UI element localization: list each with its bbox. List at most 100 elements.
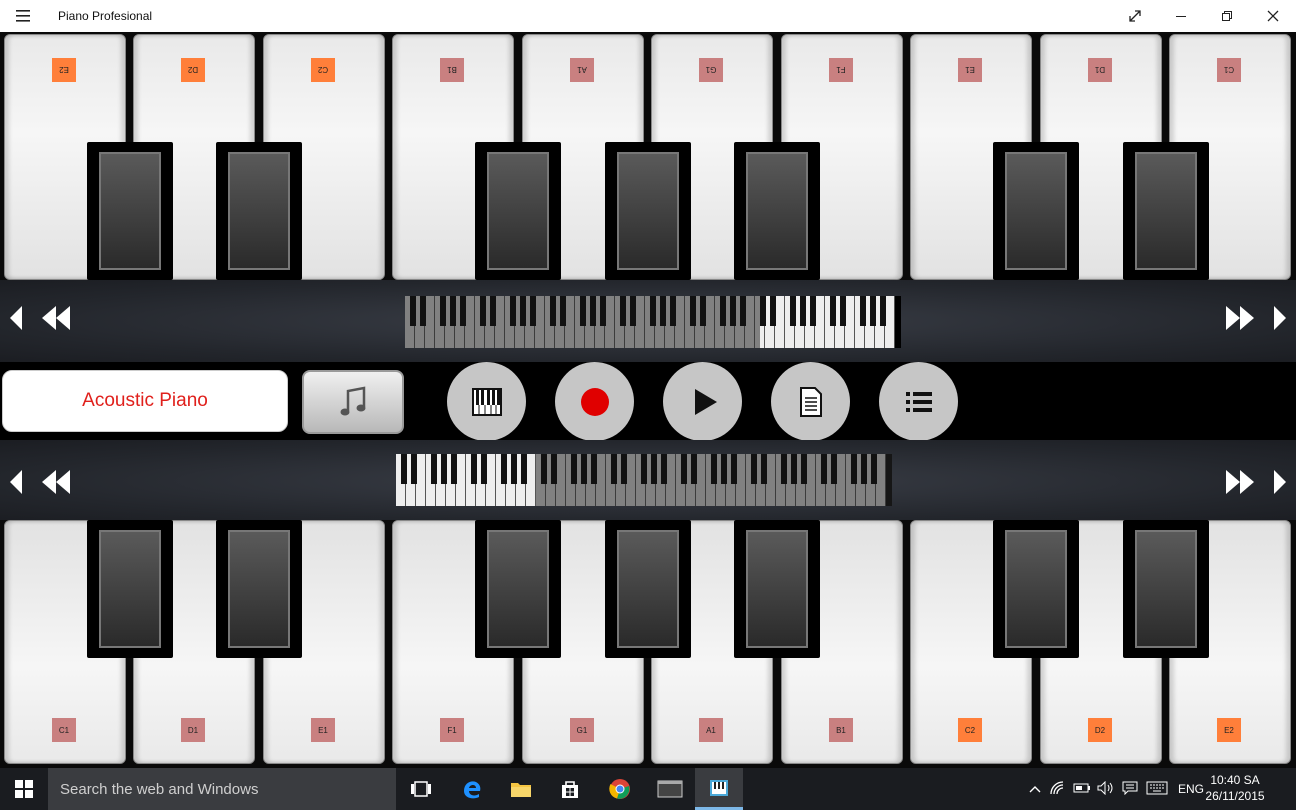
chrome-button[interactable] — [596, 768, 644, 810]
bottom-keyboard: C1 D1 E1 F1 G1 A1 B1 C2 D2 E2 — [0, 520, 1296, 768]
black-key[interactable] — [734, 142, 820, 280]
mini-key — [466, 454, 477, 506]
store-button[interactable] — [546, 768, 594, 810]
mini-key — [765, 296, 776, 348]
step-right-button-bottom[interactable] — [1274, 470, 1286, 499]
minimize-icon — [1176, 16, 1186, 17]
double-triangle-right-icon — [1226, 306, 1254, 330]
bottom-mini-keyboard[interactable] — [396, 454, 892, 506]
title-bar: Piano Profesional — [0, 0, 1296, 32]
sheet-button[interactable] — [771, 362, 850, 441]
key-label: E2 — [1217, 718, 1241, 742]
expand-button[interactable] — [1112, 0, 1158, 32]
windows-logo-icon — [15, 780, 33, 798]
document-icon — [799, 386, 822, 417]
mini-key — [855, 296, 866, 348]
mini-key — [406, 454, 417, 506]
black-key[interactable] — [605, 142, 691, 280]
step-left-button[interactable] — [10, 306, 22, 335]
touch-keyboard-button[interactable] — [1142, 781, 1172, 798]
triangle-right-icon — [1274, 306, 1286, 330]
system-tray: ENG — [1024, 768, 1210, 810]
black-key[interactable] — [216, 142, 302, 280]
black-key[interactable] — [475, 142, 561, 280]
chrome-icon — [609, 779, 630, 799]
step-left-button-bottom[interactable] — [10, 470, 22, 499]
black-key[interactable] — [993, 142, 1079, 280]
hamburger-menu-button[interactable] — [0, 0, 46, 32]
taskbar-search-box[interactable]: Search the web and Windows — [48, 768, 396, 810]
taskbar-clock[interactable]: 10:40 SA 26/11/2015 — [1200, 772, 1270, 804]
close-icon — [1267, 10, 1279, 22]
record-icon — [580, 387, 609, 416]
edge-browser-button[interactable] — [448, 768, 496, 810]
edge-icon — [464, 781, 481, 799]
music-note-icon — [340, 386, 366, 416]
triangle-left-icon — [10, 306, 22, 330]
black-key[interactable] — [993, 520, 1079, 658]
start-button[interactable] — [0, 768, 48, 810]
step-right-button[interactable] — [1274, 306, 1286, 335]
file-explorer-button[interactable] — [497, 768, 545, 810]
show-hidden-icons-button[interactable] — [1024, 782, 1046, 796]
restore-button[interactable] — [1204, 0, 1250, 32]
play-button[interactable] — [663, 362, 742, 441]
instrument-selector[interactable]: Acoustic Piano — [2, 370, 288, 432]
action-center-button[interactable] — [1118, 781, 1142, 798]
chevron-up-icon — [1029, 786, 1041, 793]
black-key[interactable] — [605, 520, 691, 658]
expand-icon — [1129, 10, 1141, 22]
clock-time: 10:40 SA — [1210, 773, 1260, 787]
key-label: D1 — [181, 718, 205, 742]
black-key[interactable] — [475, 520, 561, 658]
key-label: G1 — [699, 58, 723, 82]
battery-button[interactable] — [1070, 782, 1094, 797]
key-label: C2 — [311, 58, 335, 82]
close-button[interactable] — [1250, 0, 1296, 32]
keyboard-mode-button[interactable] — [447, 362, 526, 441]
restore-icon — [1222, 11, 1232, 21]
mini-key — [516, 454, 527, 506]
black-key[interactable] — [87, 520, 173, 658]
top-keyboard-scroller — [0, 280, 1296, 362]
key-label: F1 — [440, 718, 464, 742]
mini-key — [885, 296, 895, 348]
top-keyboard: E2 D2 C2 B1 A1 G1 F1 E1 D1 C1 — [0, 32, 1296, 280]
battery-icon — [1073, 783, 1090, 792]
mini-key — [526, 454, 536, 506]
page-left-button[interactable] — [42, 306, 70, 335]
page-right-button-bottom[interactable] — [1226, 470, 1254, 499]
store-icon — [562, 781, 578, 798]
sound-button[interactable] — [302, 370, 404, 434]
key-label: G1 — [570, 718, 594, 742]
task-view-button[interactable] — [397, 768, 445, 810]
app-window: Piano Profesional E2 D2 C2 B1 A1 G1 F1 E1 D1 C1 — [0, 0, 1296, 810]
record-button[interactable] — [555, 362, 634, 441]
volume-button[interactable] — [1094, 780, 1118, 798]
black-key[interactable] — [734, 520, 820, 658]
mini-key — [825, 296, 836, 348]
mini-key — [875, 296, 886, 348]
wifi-button[interactable] — [1046, 780, 1070, 798]
key-label: E1 — [311, 718, 335, 742]
mini-key — [446, 454, 457, 506]
black-key[interactable] — [216, 520, 302, 658]
piano-app-taskbar-button[interactable] — [695, 768, 743, 810]
mini-key — [426, 454, 437, 506]
double-triangle-right-icon — [1226, 470, 1254, 494]
black-key[interactable] — [1123, 520, 1209, 658]
black-key[interactable] — [1123, 142, 1209, 280]
black-key[interactable] — [87, 142, 173, 280]
task-view-icon — [411, 781, 431, 797]
keyboard-tray-icon — [1146, 781, 1168, 794]
mini-key — [396, 454, 407, 506]
page-right-button[interactable] — [1226, 306, 1254, 335]
top-mini-keyboard[interactable] — [405, 296, 901, 348]
minimize-button[interactable] — [1158, 0, 1204, 32]
list-button[interactable] — [879, 362, 958, 441]
page-left-button-bottom[interactable] — [42, 470, 70, 499]
desktop-app-button[interactable] — [646, 768, 694, 810]
key-label: B1 — [829, 718, 853, 742]
mini-key — [785, 296, 796, 348]
mini-key — [456, 454, 466, 506]
